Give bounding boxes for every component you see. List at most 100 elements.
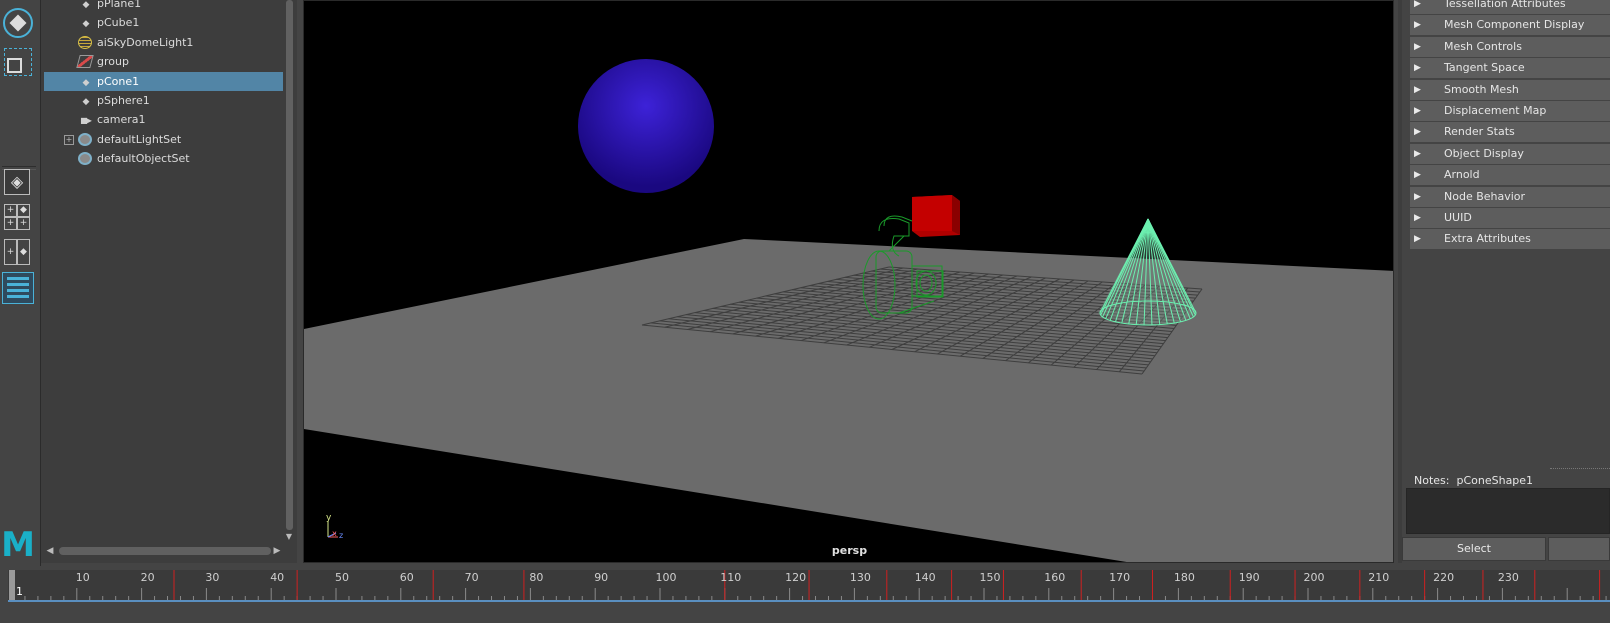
- panel-splitter[interactable]: [1398, 0, 1402, 563]
- ae-section-node-behavior[interactable]: ▶ Node Behavior: [1410, 186, 1610, 207]
- collapse-arrow-icon[interactable]: ▶: [1414, 58, 1421, 78]
- scene-canvas[interactable]: [304, 1, 1394, 563]
- outliner-item-defaultLightSet[interactable]: + defaultLightSet: [44, 130, 283, 149]
- notes-object-name: pConeShape1: [1456, 474, 1534, 487]
- notes-textarea[interactable]: [1406, 488, 1610, 534]
- outliner-horizontal-scrollbar[interactable]: ◀ ▶: [45, 545, 282, 557]
- outliner-panel: pPlane1 pCube1 aiSkyDomeLight1 group pCone1 p…: [41, 0, 297, 563]
- outliner-item-pSphere1[interactable]: pSphere1: [44, 91, 283, 110]
- ae-section-label: UUID: [1444, 211, 1472, 224]
- time-label: 170: [1109, 571, 1131, 584]
- ae-section-smooth-mesh[interactable]: ▶ Smooth Mesh: [1410, 79, 1610, 100]
- time-label: 70: [464, 571, 479, 584]
- ae-section-render-stats[interactable]: ▶ Render Stats: [1410, 122, 1610, 143]
- four-view-layout-icon[interactable]: + ◆ + +: [4, 204, 30, 230]
- time-label: 120: [785, 571, 807, 584]
- collapse-arrow-icon[interactable]: ▶: [1414, 144, 1421, 164]
- collapse-arrow-icon[interactable]: ▶: [1414, 80, 1421, 100]
- collapse-arrow-icon[interactable]: ▶: [1414, 187, 1421, 207]
- mesh-icon: [78, 75, 92, 88]
- collapse-arrow-icon[interactable]: ▶: [1414, 15, 1421, 35]
- time-label: 50: [335, 571, 349, 584]
- axis-z-label: z: [339, 531, 344, 540]
- time-slider[interactable]: 0102030405060708090100110120130140150160…: [0, 566, 1610, 623]
- rotate-tool-icon[interactable]: [3, 8, 33, 38]
- collapse-arrow-icon[interactable]: ▶: [1414, 208, 1421, 228]
- skydome-light-icon: [78, 35, 92, 49]
- ae-section-tangent-space[interactable]: ▶ Tangent Space: [1410, 58, 1610, 79]
- time-label: 30: [205, 571, 220, 584]
- single-perspective-layout-icon[interactable]: ◈: [4, 169, 30, 195]
- set-icon: [78, 132, 92, 146]
- outliner-item-defaultObjectSet[interactable]: defaultObjectSet: [44, 149, 283, 168]
- time-label: 10: [75, 571, 90, 584]
- outliner-item-camera1[interactable]: camera1: [44, 110, 283, 129]
- ae-section-arnold[interactable]: ▶ Arnold: [1410, 165, 1610, 186]
- ae-section-label: Node Behavior: [1444, 189, 1526, 203]
- time-label: 80: [529, 571, 544, 584]
- collapse-arrow-icon[interactable]: ▶: [1414, 165, 1421, 185]
- scroll-down-arrow-icon[interactable]: ▼: [284, 532, 294, 542]
- time-label: 20: [140, 571, 155, 584]
- notes-label: Notes: pConeShape1: [1414, 474, 1533, 487]
- outliner-vertical-scroll-thumb[interactable]: [286, 0, 293, 530]
- ae-section-label: Tessellation Attributes: [1444, 0, 1566, 10]
- ae-section-uuid[interactable]: ▶ UUID: [1410, 208, 1610, 228]
- sphere-object[interactable]: [578, 59, 714, 193]
- perspective-viewport[interactable]: y x z persp: [303, 0, 1394, 563]
- collapse-arrow-icon[interactable]: ▶: [1414, 101, 1421, 121]
- scroll-right-arrow-icon[interactable]: ▶: [272, 545, 282, 557]
- outliner-item-label: pCube1: [97, 16, 140, 30]
- outliner-horizontal-scroll-thumb[interactable]: [59, 547, 271, 555]
- ground-plane[interactable]: [304, 239, 1394, 563]
- expand-plus-icon[interactable]: +: [64, 134, 74, 145]
- current-time-indicator[interactable]: [9, 570, 15, 600]
- outliner-layout-icon[interactable]: [2, 272, 34, 304]
- time-label: 200: [1303, 571, 1325, 584]
- mesh-icon: [78, 94, 92, 107]
- camera-icon: [78, 113, 92, 126]
- ae-section-mesh-component-display[interactable]: ▶ Mesh Component Display: [1410, 15, 1610, 36]
- persp-outliner-layout-icon[interactable]: + ◆: [4, 239, 30, 265]
- notes-label-text: Notes:: [1414, 474, 1450, 487]
- notes-resize-handle[interactable]: [1550, 468, 1610, 469]
- ae-section-mesh-controls[interactable]: ▶ Mesh Controls: [1410, 36, 1610, 57]
- outliner-item-pCube1[interactable]: pCube1: [44, 13, 283, 32]
- time-label: 160: [1044, 571, 1066, 584]
- collapse-arrow-icon[interactable]: ▶: [1414, 122, 1421, 142]
- time-label: 40: [270, 571, 285, 584]
- time-label: 130: [849, 571, 871, 584]
- time-label: 190: [1238, 571, 1260, 584]
- current-frame-number: 1: [16, 585, 23, 598]
- axis-gizmo: y x z: [324, 513, 348, 541]
- attribute-editor-panel: ▶ Tessellation Attributes ▶ Mesh Component …: [1398, 0, 1610, 563]
- ae-section-tessellation-attributes[interactable]: ▶ Tessellation Attributes: [1410, 0, 1610, 14]
- ae-section-label: Tangent Space: [1444, 61, 1525, 75]
- ae-section-object-display[interactable]: ▶ Object Display: [1410, 143, 1610, 164]
- scroll-left-arrow-icon[interactable]: ◀: [45, 545, 55, 557]
- collapse-arrow-icon[interactable]: ▶: [1414, 37, 1421, 57]
- cube-object[interactable]: [912, 195, 960, 237]
- ae-section-displacement-map[interactable]: ▶ Displacement Map: [1410, 101, 1610, 121]
- time-label: 90: [594, 571, 609, 584]
- time-label: 230: [1497, 571, 1519, 584]
- select-button[interactable]: Select: [1402, 537, 1546, 561]
- time-slider-track[interactable]: 0102030405060708090100110120130140150160…: [8, 570, 1610, 602]
- outliner-item-aiSkyDomeLight1[interactable]: aiSkyDomeLight1: [44, 33, 283, 52]
- time-label: 150: [979, 571, 1001, 584]
- outliner-item-pPlane1[interactable]: pPlane1: [44, 0, 283, 13]
- viewport-camera-name: persp: [831, 544, 868, 557]
- collapse-arrow-icon[interactable]: ▶: [1414, 0, 1421, 14]
- time-label: 100: [655, 571, 677, 584]
- toolbox: ◈ + ◆ + + + ◆ M: [0, 0, 41, 577]
- outliner-item-label: pPlane1: [97, 0, 142, 10]
- ae-section-label: Object Display: [1444, 146, 1524, 160]
- collapse-arrow-icon[interactable]: ▶: [1414, 229, 1421, 249]
- axis-x-label: x: [332, 529, 337, 538]
- ae-section-extra-attributes[interactable]: ▶ Extra Attributes: [1410, 229, 1610, 250]
- outliner-item-pCone1[interactable]: pCone1: [44, 71, 283, 91]
- outliner-item-group[interactable]: group: [44, 52, 283, 71]
- scale-tool-icon[interactable]: [4, 48, 32, 76]
- playback-range-bar: [8, 600, 1610, 602]
- load-attributes-button[interactable]: [1548, 537, 1610, 561]
